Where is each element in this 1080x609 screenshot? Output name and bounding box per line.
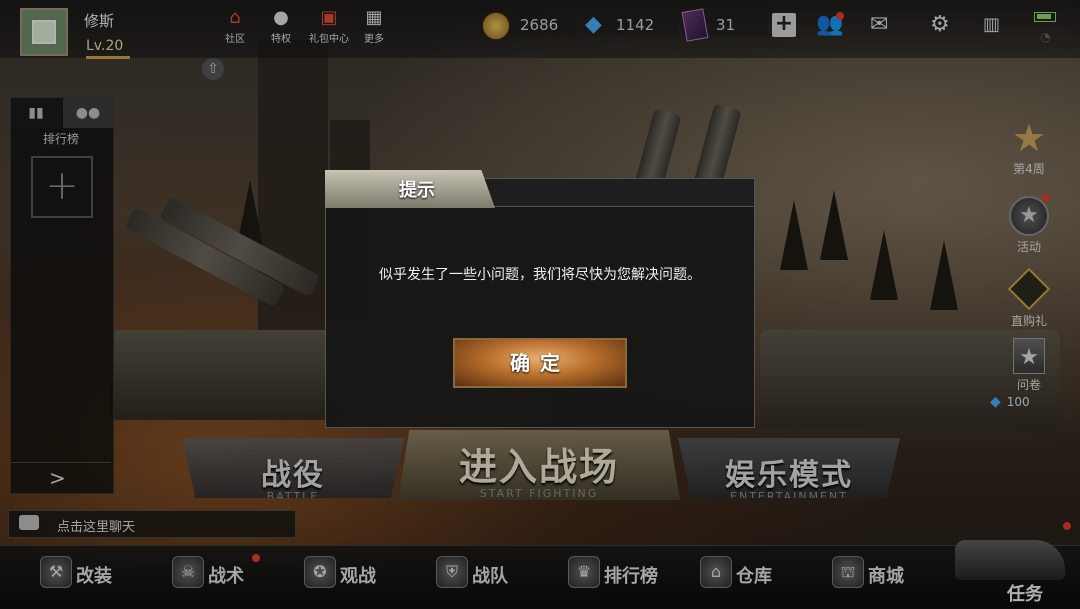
notice-dialog: 提示 似乎发生了一些小问题，我们将尽快为您解决问题。 确定 — [325, 170, 755, 428]
dialog-message: 似乎发生了一些小问题，我们将尽快为您解决问题。 — [379, 267, 701, 283]
dialog-body — [325, 206, 755, 428]
dialog-header-strip — [485, 178, 755, 208]
confirm-button[interactable]: 确定 — [453, 338, 627, 388]
dialog-title: 提示 — [399, 180, 435, 201]
